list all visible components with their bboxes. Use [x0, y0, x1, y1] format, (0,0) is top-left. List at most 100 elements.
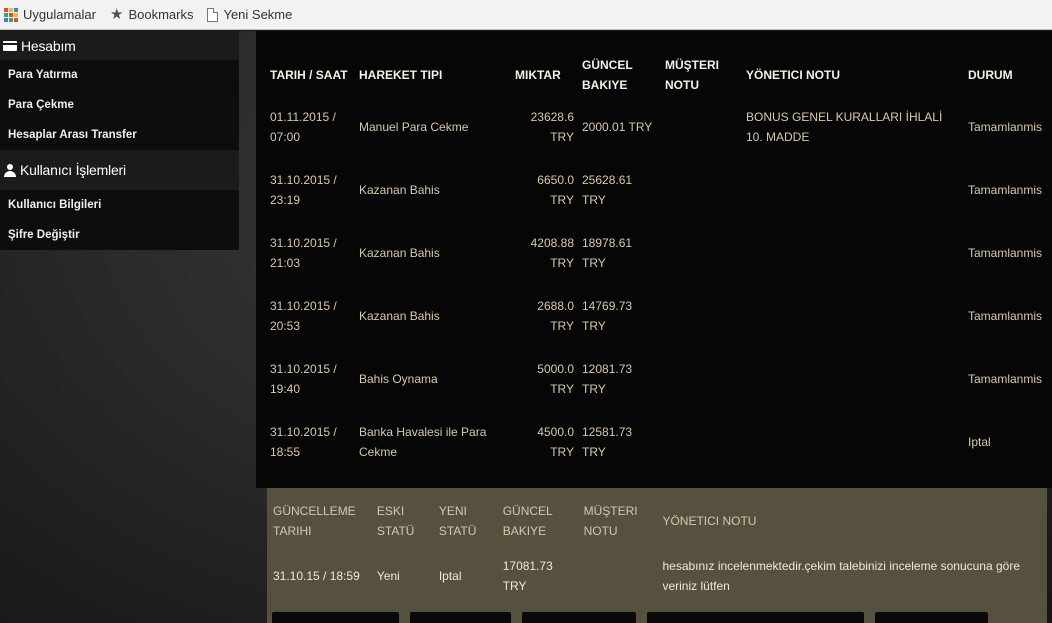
column-header: MÜŞTERI NOTU — [583, 504, 638, 538]
cell-date: 31.10.2015 / 20:53 — [270, 298, 337, 333]
cell-type: Kazanan Bahis — [359, 308, 440, 323]
bookmark-bookmarks[interactable]: ★ Bookmarks — [109, 5, 194, 23]
cell-amount: 2688.0 TRY — [537, 298, 574, 333]
table-row: 31.10.2015 / 21:03 Kazanan Bahis 4208.88… — [266, 221, 1050, 284]
cell-status: Tamamlanmis — [968, 308, 1043, 323]
section-title: Kullanıcı İşlemleri — [20, 162, 126, 178]
sidebar-section-title-user: Kullanıcı İşlemleri — [0, 150, 239, 190]
table-header-row: TARIH / SAAT HAREKET TIPI MIKTAR GÜNCEL … — [266, 55, 1050, 95]
status-update-table: GÜNCELLEME TARIHI ESKI STATÜ YENI STATÜ … — [269, 494, 1047, 604]
star-icon: ★ — [109, 5, 124, 23]
apps-grid-dot — [9, 7, 13, 12]
cell-balance: 12081.73 TRY — [582, 361, 633, 396]
sidebar-item-user-info[interactable]: Kullanıcı Bilgileri — [0, 190, 239, 220]
column-header: HAREKET TIPI — [359, 68, 443, 82]
cell-admin-note — [742, 221, 964, 284]
cell-new-status: Iptal — [438, 569, 462, 583]
cell-admin-note — [742, 410, 964, 473]
cell-date: 31.10.2015 / 18:55 — [270, 424, 337, 459]
column-header: GÜNCEL BAKIYE — [582, 58, 633, 92]
cell-balance: 14769.73 TRY — [582, 298, 633, 333]
cell-status: Tamamlanmis — [968, 182, 1043, 197]
update-header-row: GÜNCELLEME TARIHI ESKI STATÜ YENI STATÜ … — [269, 494, 1047, 548]
table-row: 01.11.2015 / 07:00 Manuel Para Cekme 236… — [266, 95, 1050, 158]
cell-amount: 6650.0 TRY — [537, 172, 574, 207]
cell-balance: 18978.61 TRY — [582, 235, 633, 270]
column-header: GÜNCELLEME TARIHI — [273, 504, 356, 538]
table-row: 31.10.2015 / 23:19 Kazanan Bahis 6650.0 … — [266, 158, 1050, 221]
update-row: 31.10.15 / 18:59 Yeni Iptal 17081.73 TRY… — [269, 548, 1047, 604]
column-header: DURUM — [968, 68, 1013, 82]
apps-grid-dot — [14, 17, 18, 22]
cell-customer-note — [580, 548, 659, 604]
cell-customer-note — [661, 347, 742, 410]
page-icon — [207, 7, 219, 22]
apps-grid-dot — [4, 7, 8, 12]
detail-box — [647, 612, 864, 623]
column-header: ESKI STATÜ — [376, 504, 415, 538]
cell-type: Kazanan Bahis — [359, 182, 440, 197]
bookmark-apps[interactable]: Uygulamalar — [4, 7, 96, 22]
apps-grid-dot — [4, 12, 8, 17]
sidebar-item-transfer[interactable]: Hesaplar Arası Transfer — [0, 120, 239, 150]
cell-type: Banka Havalesi ile Para Cekme — [359, 424, 487, 459]
bookmark-label: Uygulamalar — [23, 7, 96, 22]
section-title: Hesabım — [21, 37, 76, 54]
column-header: YÖNETICI NOTU — [746, 68, 841, 82]
cell-date: 31.10.15 / 18:59 — [273, 569, 360, 583]
detail-box — [410, 612, 511, 623]
cell-date: 31.10.2015 / 21:03 — [270, 235, 337, 270]
cell-admin-note: BONUS GENEL KURALLARI İHLALİ 10. MADDE — [746, 109, 943, 144]
cell-status: Tamamlanmis — [968, 119, 1043, 134]
cell-balance: 25628.61 TRY — [582, 172, 633, 207]
cell-balance: 12581.73 TRY — [582, 424, 633, 459]
apps-grid-dot — [14, 7, 18, 12]
cell-type: Bahis Oynama — [359, 371, 438, 386]
cell-balance: 2000.01 TRY — [582, 119, 653, 134]
cell-status: Tamamlanmis — [968, 245, 1043, 260]
cell-customer-note — [661, 158, 742, 221]
cell-status: Iptal — [968, 434, 991, 449]
column-header: GÜNCEL BAKIYE — [502, 504, 553, 538]
detail-box — [522, 612, 636, 623]
column-header: YENI STATÜ — [438, 504, 477, 538]
table-row: 31.10.2015 / 20:53 Kazanan Bahis 2688.0 … — [266, 284, 1050, 347]
table-row: 31.10.2015 / 18:55 Banka Havalesi ile Pa… — [266, 410, 1050, 473]
cell-admin-note — [742, 158, 964, 221]
user-icon — [3, 163, 16, 177]
sidebar-item-withdraw[interactable]: Para Çekme — [0, 90, 239, 120]
cell-admin-note — [742, 347, 964, 410]
sidebar-section-title-account: Hesabım — [0, 31, 239, 60]
cell-balance: 17081.73 TRY — [502, 559, 553, 593]
apps-grid-dot — [14, 12, 18, 17]
status-update-panel: GÜNCELLEME TARIHI ESKI STATÜ YENI STATÜ … — [267, 488, 1047, 623]
column-header: MÜŞTERI NOTU — [665, 58, 719, 92]
cell-customer-note — [661, 95, 742, 158]
cell-admin-note — [742, 284, 964, 347]
apps-grid-dot — [9, 12, 13, 17]
cell-amount: 5000.0 TRY — [537, 361, 574, 396]
cell-customer-note — [661, 410, 742, 473]
cell-amount: 4500.0 TRY — [537, 424, 574, 459]
apps-grid-dot — [4, 17, 8, 22]
cell-type: Manuel Para Cekme — [359, 119, 469, 134]
sidebar-item-deposit[interactable]: Para Yatırma — [0, 60, 239, 90]
card-icon — [3, 40, 17, 51]
cell-date: 01.11.2015 / 07:00 — [270, 109, 336, 144]
detail-box — [875, 612, 988, 623]
cell-customer-note — [661, 221, 742, 284]
bookmarks-bar: Uygulamalar ★ Bookmarks Yeni Sekme — [0, 0, 1052, 30]
column-header: MIKTAR — [515, 68, 561, 82]
sidebar-item-change-password[interactable]: Şifre Değiştir — [0, 220, 239, 250]
cell-old-status: Yeni — [376, 569, 400, 583]
cell-amount: 23628.6 TRY — [530, 109, 574, 144]
sidebar-list-user: Kullanıcı Bilgileri Şifre Değiştir — [0, 190, 239, 250]
cell-admin-note: hesabınız incelenmektedir.çekim talebini… — [662, 559, 1021, 593]
sidebar-list-account: Para Yatırma Para Çekme Hesaplar Arası T… — [0, 60, 239, 150]
bookmark-label: Bookmarks — [128, 7, 194, 22]
column-header: TARIH / SAAT — [270, 68, 348, 82]
cell-customer-note — [661, 284, 742, 347]
table-row: 31.10.2015 / 19:40 Bahis Oynama 5000.0 T… — [266, 347, 1050, 410]
apps-grid-dot — [9, 17, 13, 22]
bookmark-new-tab[interactable]: Yeni Sekme — [207, 7, 292, 22]
